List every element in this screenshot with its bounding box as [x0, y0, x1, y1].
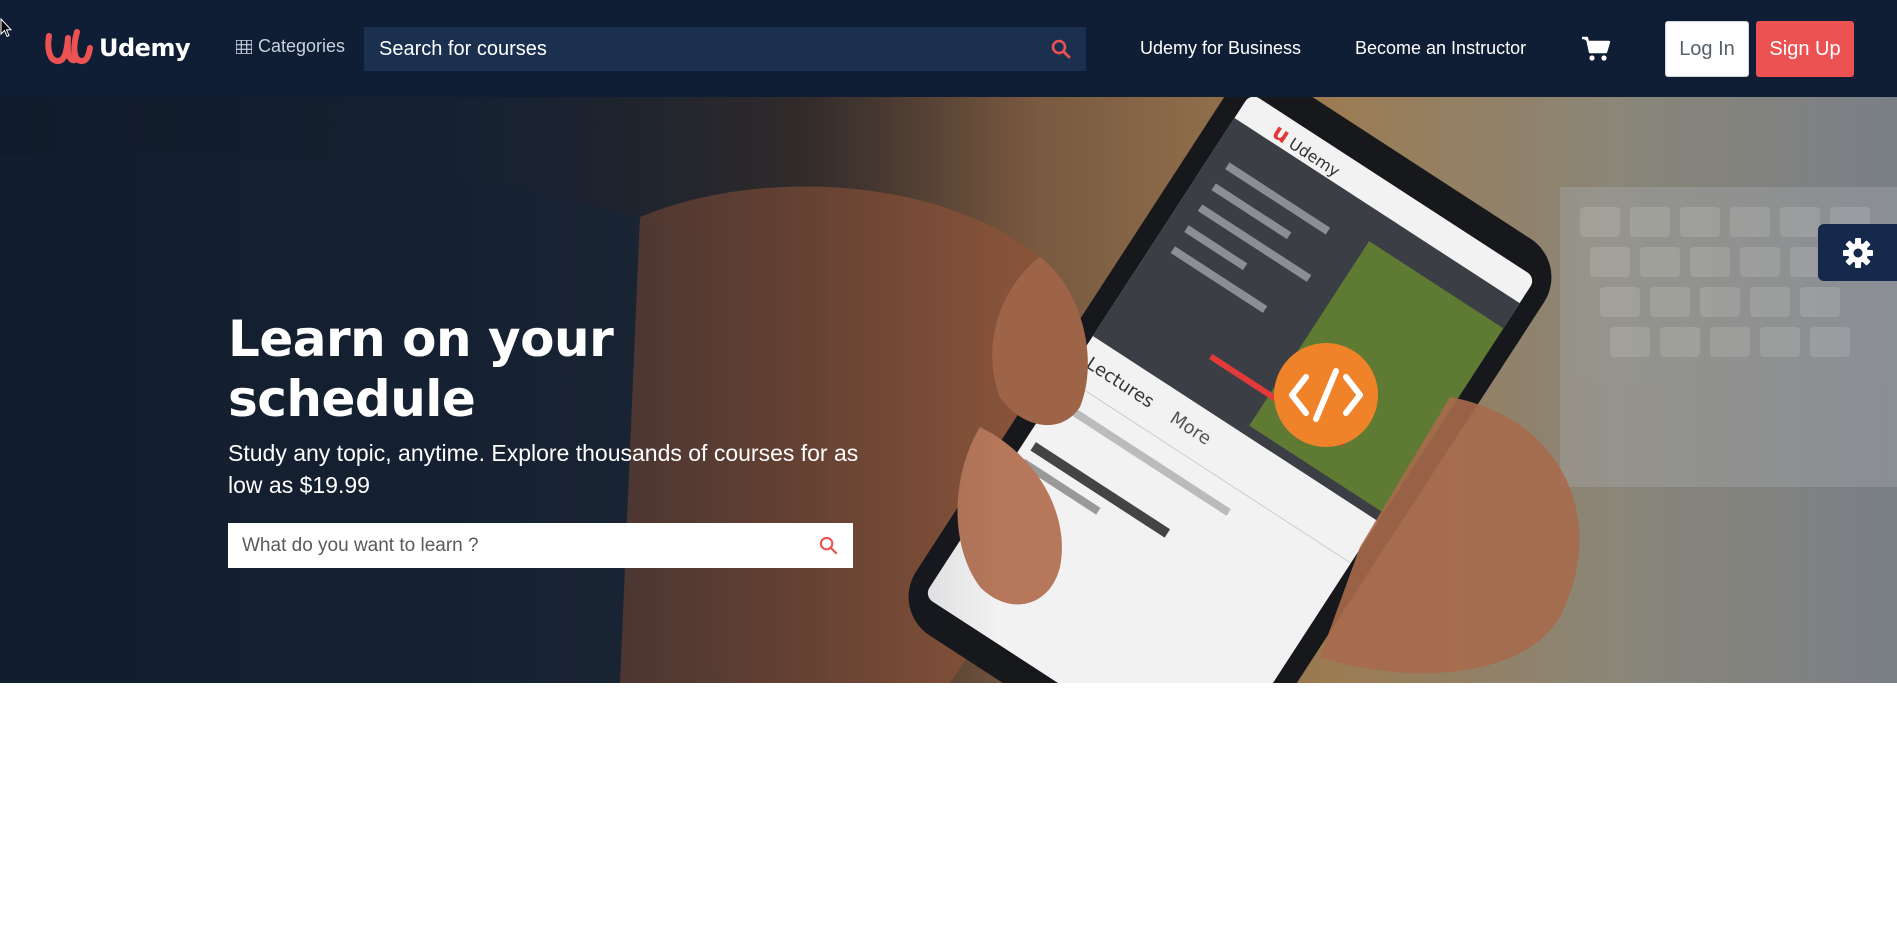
header-search-button[interactable]	[1036, 27, 1086, 71]
udemy-logo[interactable]: Udemy	[43, 26, 191, 70]
top-navbar: Udemy Categories Udemy for Business Beco…	[0, 0, 1897, 97]
cart-icon[interactable]	[1581, 36, 1611, 62]
udemy-logo-mark	[45, 29, 93, 65]
hero-subtitle: Study any topic, anytime. Explore thousa…	[228, 440, 859, 498]
hero-content: Learn on your schedule Study any topic, …	[228, 309, 868, 568]
udemy-for-business-link[interactable]: Udemy for Business	[1140, 38, 1301, 59]
hero-search-button[interactable]	[803, 523, 853, 568]
search-icon	[1051, 39, 1071, 59]
hero-banner: u Udemy Lectures More Learn on your sche…	[0, 97, 1897, 683]
categories-label: Categories	[258, 36, 346, 56]
mouse-cursor-icon	[0, 18, 12, 38]
categories-menu[interactable]: Categories	[236, 36, 345, 57]
settings-tab[interactable]	[1818, 224, 1897, 281]
signup-button[interactable]: Sign Up	[1756, 21, 1854, 77]
grid-icon	[236, 39, 252, 54]
hero-title: Learn on your schedule	[228, 310, 614, 428]
hero-search-bar	[228, 523, 853, 568]
login-button[interactable]: Log In	[1665, 21, 1749, 77]
become-instructor-link[interactable]: Become an Instructor	[1355, 38, 1526, 59]
header-search-input[interactable]	[364, 27, 1036, 71]
logo-text: Udemy	[99, 34, 191, 62]
gear-icon	[1842, 237, 1873, 268]
search-icon	[819, 536, 837, 555]
hero-search-input[interactable]	[228, 523, 803, 568]
header-search-bar	[364, 27, 1086, 71]
